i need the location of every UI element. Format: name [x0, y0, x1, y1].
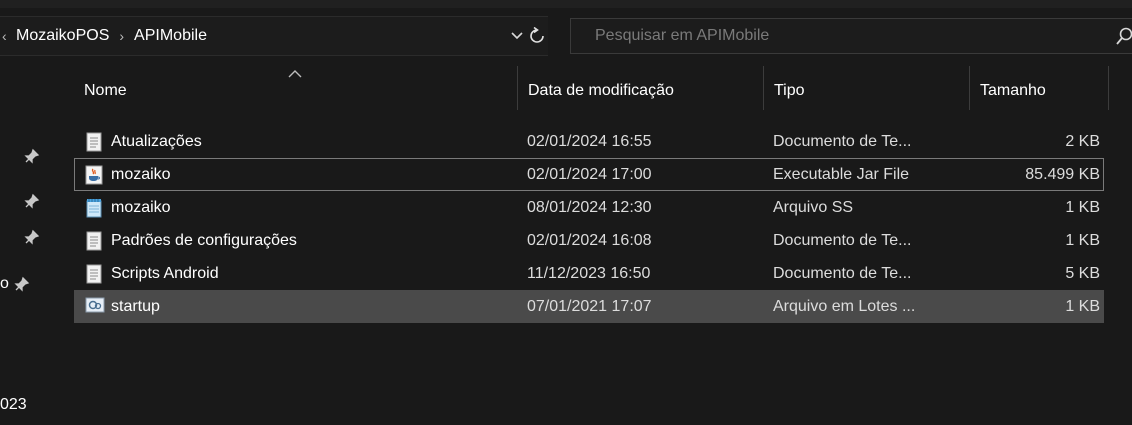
file-size: 2 KB [1065, 132, 1100, 150]
file-date: 08/01/2024 12:30 [527, 198, 652, 216]
breadcrumb-separator-icon[interactable]: › [113, 28, 130, 44]
breadcrumb-overflow-chevron-icon[interactable]: ‹ [2, 28, 12, 44]
file-size: 5 KB [1065, 264, 1100, 282]
file-type: Arquivo em Lotes ... [773, 297, 916, 315]
column-header: Nome Data de modificação Tipo Tamanho [74, 66, 1114, 116]
column-header-type[interactable]: Tipo [764, 66, 969, 116]
file-size: 1 KB [1065, 231, 1100, 249]
file-list: Atualizações 02/01/2024 16:55 Documento … [74, 125, 1104, 323]
nav-item-label[interactable]: o [0, 275, 9, 293]
column-divider[interactable] [1108, 66, 1109, 110]
file-size: 1 KB [1065, 297, 1100, 315]
file-name-cell: mozaiko [85, 192, 515, 223]
file-row[interactable]: Atualizações 02/01/2024 16:55 Documento … [74, 125, 1104, 158]
file-name: startup [111, 297, 160, 315]
notepad-icon [85, 198, 103, 218]
file-type: Documento de Te... [773, 264, 912, 282]
file-date: 02/01/2024 16:55 [527, 132, 652, 150]
file-name-cell: Atualizações [85, 126, 515, 157]
toolbar: ‹ MozaikoPOS › APIMobile [0, 0, 1132, 60]
address-dropdown-chevron-icon[interactable] [508, 27, 526, 45]
file-name-cell: Padrões de configurações [85, 225, 515, 256]
file-date: 11/12/2023 16:50 [527, 264, 651, 282]
text-document-icon [85, 231, 103, 251]
pin-icon[interactable] [14, 276, 30, 292]
nav-item-label[interactable]: 023 [0, 396, 27, 414]
pin-icon[interactable] [24, 148, 40, 164]
file-date: 02/01/2024 17:00 [527, 165, 652, 183]
search-input[interactable] [571, 26, 1117, 46]
file-name-cell: startup [85, 291, 515, 322]
file-explorer-window: ‹ MozaikoPOS › APIMobile Pesquisar em AP… [0, 0, 1132, 425]
file-row[interactable]: startup 07/01/2021 17:07 Arquivo em Lote… [74, 290, 1104, 323]
address-bar[interactable]: ‹ MozaikoPOS › APIMobile [0, 16, 548, 56]
file-name: Scripts Android [111, 264, 219, 282]
batch-file-icon [85, 297, 105, 317]
column-header-name[interactable]: Nome [74, 66, 517, 116]
file-size: 85.499 KB [1025, 165, 1100, 183]
search-box[interactable] [570, 18, 1132, 54]
search-icon[interactable] [1116, 27, 1132, 47]
column-header-size[interactable]: Tamanho [970, 66, 1108, 116]
file-type: Arquivo SS [773, 198, 854, 216]
file-date: 07/01/2021 17:07 [527, 297, 652, 315]
pin-icon[interactable] [24, 229, 40, 245]
file-name: Atualizações [111, 132, 202, 150]
toolbar-top-strip [0, 0, 1132, 8]
file-row[interactable]: mozaiko 08/01/2024 12:30 Arquivo SS 1 KB [74, 191, 1104, 224]
file-size: 1 KB [1065, 198, 1100, 216]
java-jar-icon [85, 165, 103, 185]
file-name: mozaiko [111, 198, 171, 216]
file-type: Documento de Te... [773, 231, 912, 249]
file-type: Executable Jar File [773, 165, 910, 183]
file-row[interactable]: mozaiko 02/01/2024 17:00 Executable Jar … [74, 158, 1104, 191]
file-row[interactable]: Scripts Android 11/12/2023 16:50 Documen… [74, 257, 1104, 290]
navigation-pane: o 023 [0, 62, 46, 425]
column-header-date[interactable]: Data de modificação [518, 66, 763, 116]
text-document-icon [85, 132, 103, 152]
breadcrumb-item-mozaikopos[interactable]: MozaikoPOS [12, 27, 113, 45]
refresh-icon[interactable] [526, 25, 548, 47]
text-document-icon [85, 264, 103, 284]
breadcrumb-item-apimobile[interactable]: APIMobile [130, 27, 211, 45]
file-name: Padrões de configurações [111, 231, 297, 249]
file-name: mozaiko [111, 165, 171, 183]
file-type: Documento de Te... [773, 132, 912, 150]
file-date: 02/01/2024 16:08 [527, 231, 652, 249]
pin-icon[interactable] [24, 193, 40, 209]
file-name-cell: Scripts Android [85, 258, 515, 289]
file-name-cell: mozaiko [85, 159, 515, 190]
file-row[interactable]: Padrões de configurações 02/01/2024 16:0… [74, 224, 1104, 257]
